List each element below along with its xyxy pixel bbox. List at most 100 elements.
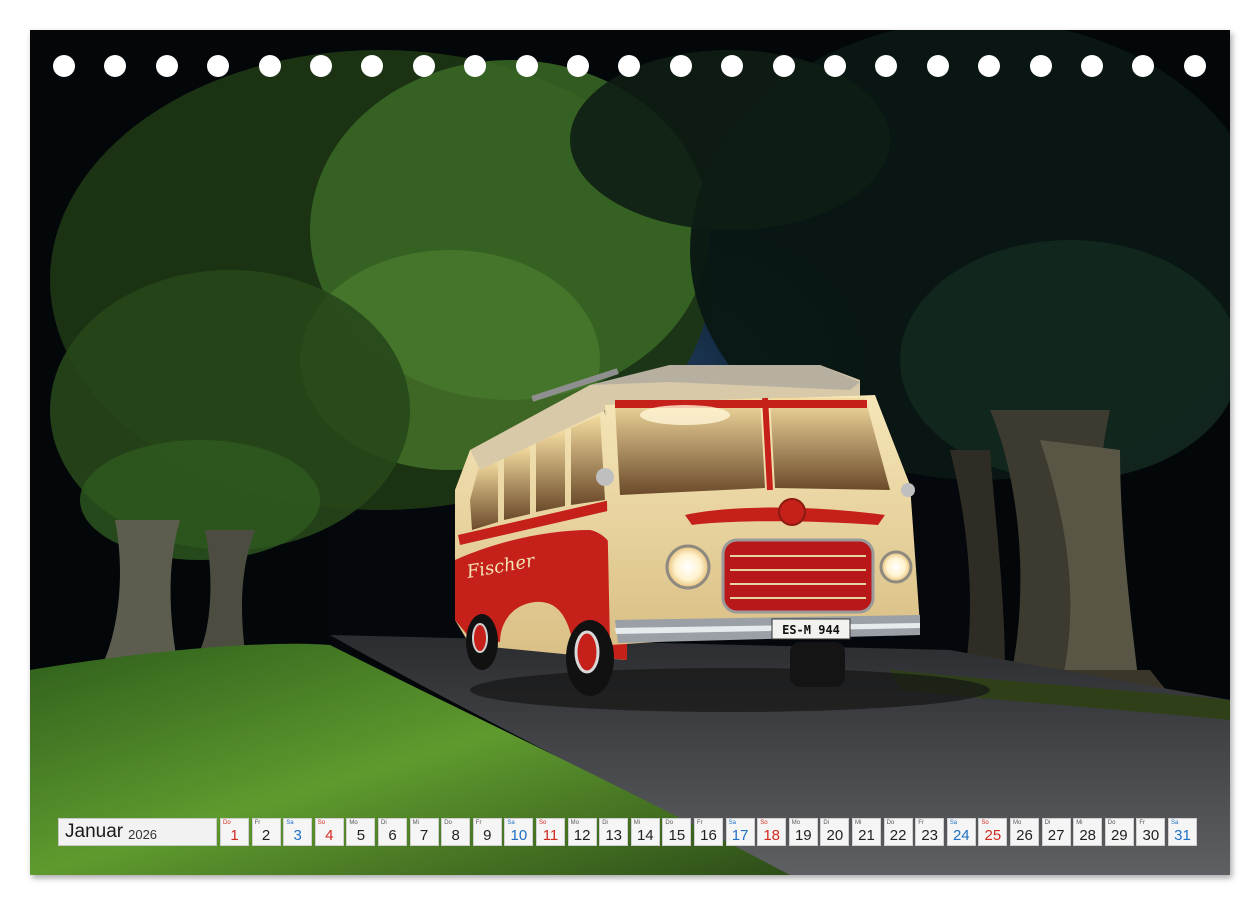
weekday-abbr: Mo	[1013, 820, 1022, 826]
weekday-abbr: Di	[1044, 820, 1051, 826]
day-cell: Mo 19	[788, 818, 818, 846]
day-number: 26	[1016, 827, 1033, 844]
day-number: 18	[763, 827, 781, 844]
weekday-abbr: Mo	[570, 820, 579, 826]
day-number: 29	[1110, 827, 1128, 844]
day-number: 25	[984, 827, 1002, 844]
day-number: 23	[921, 827, 939, 844]
day-cell: Sa 24	[946, 818, 976, 846]
calendar-strip: Januar 2026 Do 1 Fr 2 Sa 3 So 4 Mo 5 Di 6 Mi 7 Do 8 Fr 9 S…	[58, 818, 1208, 848]
day-number: 24	[952, 827, 970, 844]
binding-hole	[721, 55, 744, 77]
day-number: 30	[1142, 827, 1160, 844]
weekday-abbr: Di	[823, 820, 830, 826]
day-cell: Sa 10	[504, 818, 534, 846]
binding-hole	[978, 55, 1001, 77]
binding-holes	[30, 30, 1230, 100]
binding-hole	[926, 55, 949, 77]
day-cell: Di 6	[378, 818, 407, 846]
day-cell: Di 27	[1041, 818, 1071, 846]
day-number: 21	[858, 827, 875, 844]
month-label-box: Januar 2026	[58, 818, 217, 846]
day-number: 2	[261, 827, 271, 844]
month-year: 2026	[128, 826, 158, 842]
binding-hole	[772, 55, 795, 77]
weekday-abbr: Fr	[475, 820, 482, 826]
binding-hole	[104, 55, 127, 77]
binding-hole	[618, 55, 641, 77]
day-cell: Mi 14	[630, 818, 660, 846]
day-cell: Fr 23	[915, 818, 945, 846]
day-number: 19	[794, 827, 812, 844]
day-cell: So 11	[536, 818, 565, 846]
weekday-abbr: Mo	[349, 820, 358, 826]
day-number: 17	[731, 827, 749, 844]
binding-hole	[310, 55, 332, 77]
day-number: 8	[451, 827, 460, 844]
day-cell: Do 15	[662, 818, 692, 846]
weekday-abbr: Do	[1107, 820, 1116, 826]
day-cell: Mo 26	[1010, 818, 1039, 846]
day-cell: So 4	[314, 818, 344, 846]
weekday-abbr: So	[539, 820, 547, 826]
day-cell: Do 1	[220, 818, 249, 846]
day-number: 9	[483, 827, 492, 844]
weekday-abbr: Mi	[1076, 820, 1083, 826]
binding-hole	[258, 55, 281, 77]
binding-hole	[824, 55, 846, 77]
weekday-abbr: Sa	[286, 820, 294, 826]
day-number: 13	[605, 827, 623, 844]
binding-hole	[515, 55, 538, 77]
weekday-abbr: Fr	[697, 820, 703, 826]
day-number: 16	[700, 827, 717, 844]
binding-hole	[464, 55, 487, 77]
day-number: 31	[1174, 827, 1191, 844]
day-number: 10	[510, 827, 528, 844]
weekday-abbr: So	[317, 820, 326, 826]
day-number: 22	[889, 827, 907, 844]
binding-hole	[155, 55, 178, 77]
binding-hole	[1183, 55, 1206, 77]
weekday-abbr: Mi	[633, 820, 641, 826]
day-cell: Di 13	[599, 818, 629, 846]
weekday-abbr: Do	[665, 820, 674, 826]
day-cell: Fr 16	[694, 818, 723, 846]
weekday-abbr: Sa	[507, 820, 515, 826]
binding-hole	[1132, 55, 1155, 77]
day-number: 20	[826, 827, 844, 844]
day-number: 12	[573, 827, 591, 844]
weekday-abbr: Mi	[855, 820, 862, 826]
day-cell: Fr 9	[472, 818, 502, 846]
weekday-abbr: Di	[602, 820, 608, 826]
calendar-page: ES-M 944 Fischer Januar 2026 Do 1 Fr 2 Sa 3 So…	[30, 30, 1230, 875]
day-cell: Sa 31	[1168, 818, 1197, 846]
day-number: 6	[388, 827, 397, 844]
binding-hole	[361, 55, 384, 77]
day-cell: So 25	[978, 818, 1008, 846]
day-cell: Mi 21	[852, 818, 881, 846]
binding-hole	[53, 55, 75, 77]
binding-hole	[1081, 55, 1103, 77]
weekday-abbr: Do	[223, 820, 231, 826]
day-number: 7	[419, 827, 429, 844]
weekday-abbr: Fr	[918, 820, 924, 826]
weekday-abbr: So	[981, 820, 989, 826]
binding-hole	[1029, 55, 1052, 77]
weekday-abbr: So	[760, 820, 768, 826]
month-name: Januar	[65, 821, 124, 842]
day-cell: Do 8	[441, 818, 471, 846]
weekday-abbr: Do	[886, 820, 895, 826]
day-cell: Mo 5	[346, 818, 376, 846]
weekday-abbr: Sa	[728, 820, 736, 826]
binding-hole	[567, 55, 589, 77]
weekday-abbr: Mi	[412, 820, 419, 826]
day-number: 4	[325, 827, 334, 844]
day-number: 15	[668, 827, 686, 844]
binding-hole	[875, 55, 898, 77]
day-cell: Do 29	[1104, 818, 1134, 846]
binding-hole	[207, 55, 230, 77]
day-cell: Mi 7	[409, 818, 439, 846]
day-cell: Di 20	[820, 818, 850, 846]
day-cell: Fr 30	[1136, 818, 1166, 846]
day-cell: Do 22	[883, 818, 913, 846]
